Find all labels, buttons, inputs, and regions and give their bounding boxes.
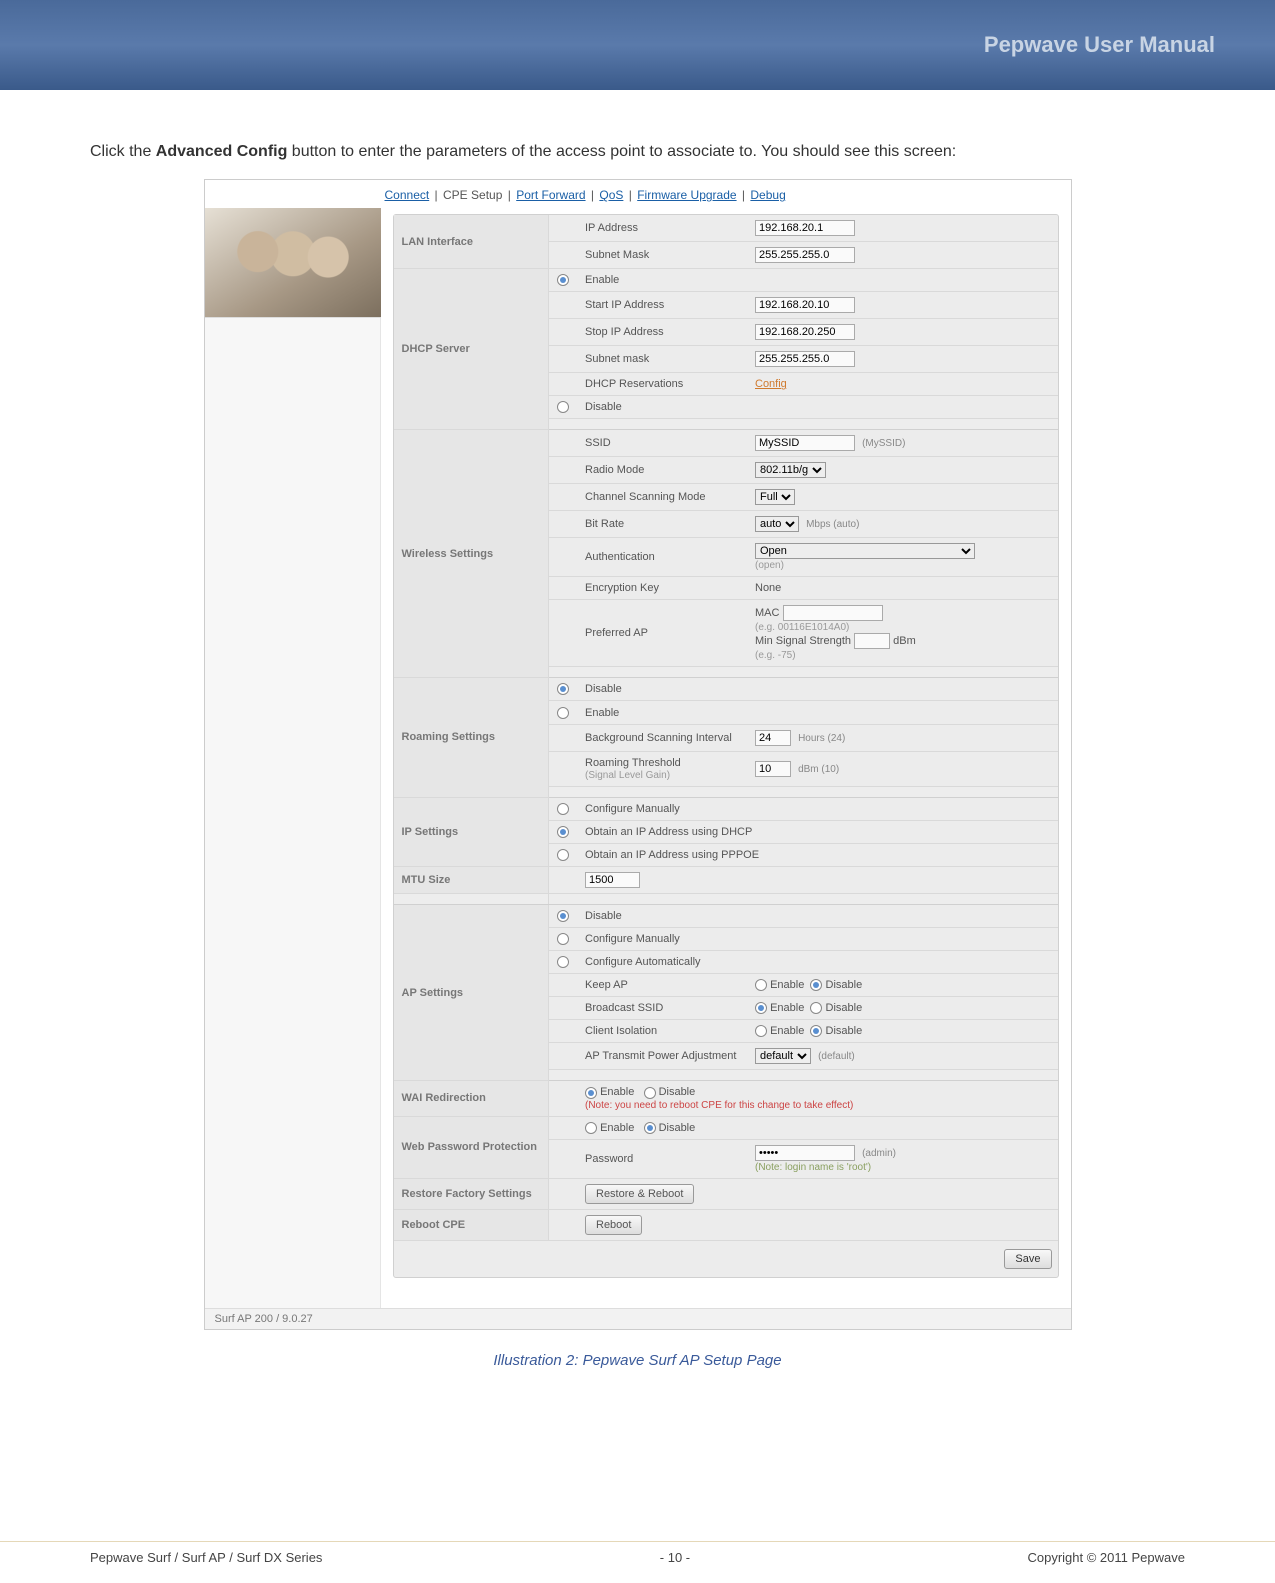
section-restore: Restore Factory Settings xyxy=(394,1178,549,1209)
roam-thr-input[interactable] xyxy=(755,761,791,777)
section-roam: Roaming Settings xyxy=(394,678,549,797)
wifi-radio-label: Radio Mode xyxy=(577,457,747,484)
wifi-enc-value: None xyxy=(747,577,1058,600)
roam-disable-radio[interactable] xyxy=(557,683,569,695)
intro-paragraph: Click the Advanced Config button to ente… xyxy=(90,140,1185,163)
wifi-auth-select[interactable]: Open xyxy=(755,543,975,559)
section-wai: WAI Redirection xyxy=(394,1081,549,1116)
roam-bg-input[interactable] xyxy=(755,730,791,746)
dhcp-mask-label: Subnet mask xyxy=(577,346,747,373)
lan-subnet-input[interactable] xyxy=(755,247,855,263)
wai-disable-radio[interactable] xyxy=(644,1087,656,1099)
wai-enable-radio[interactable] xyxy=(585,1087,597,1099)
ip-dhcp-radio[interactable] xyxy=(557,826,569,838)
bcast-disable-radio[interactable] xyxy=(810,1002,822,1014)
section-wifi: Wireless Settings xyxy=(394,430,549,678)
nav-firmware[interactable]: Firmware Upgrade xyxy=(637,188,736,202)
nav-cpe-setup[interactable]: CPE Setup xyxy=(443,188,502,202)
lan-subnet-label: Subnet Mask xyxy=(577,242,747,269)
section-reboot: Reboot CPE xyxy=(394,1209,549,1240)
ap-confauto-radio[interactable] xyxy=(557,956,569,968)
iso-disable-radio[interactable] xyxy=(810,1025,822,1037)
section-ip: IP Settings xyxy=(394,797,549,866)
sidebar-photo xyxy=(205,208,381,318)
section-dhcp: DHCP Server xyxy=(394,269,549,430)
nav-qos[interactable]: QoS xyxy=(599,188,623,202)
config-table: LAN Interface IP Address Subnet Mask xyxy=(394,215,1058,1240)
top-nav: Connect | CPE Setup | Port Forward | QoS… xyxy=(205,180,1071,208)
lan-ip-label: IP Address xyxy=(577,215,747,242)
lan-ip-input[interactable] xyxy=(755,220,855,236)
manual-title: Pepwave User Manual xyxy=(984,32,1215,58)
dhcp-res-label: DHCP Reservations xyxy=(577,373,747,396)
nav-port-forward[interactable]: Port Forward xyxy=(516,188,585,202)
footer-center: - 10 - xyxy=(660,1550,690,1565)
footer-left: Pepwave Surf / Surf AP / Surf DX Series xyxy=(90,1550,322,1565)
ap-disable-radio[interactable] xyxy=(557,910,569,922)
section-lan: LAN Interface xyxy=(394,215,549,269)
web-enable-radio[interactable] xyxy=(585,1122,597,1134)
content-area: Click the Advanced Config button to ente… xyxy=(0,90,1275,1369)
wifi-radio-select[interactable]: 802.11b/g xyxy=(755,462,826,478)
dhcp-res-link[interactable]: Config xyxy=(755,378,787,390)
wifi-auth-label: Authentication xyxy=(577,538,747,577)
wifi-ssid-label: SSID xyxy=(577,430,747,457)
keepap-disable-radio[interactable] xyxy=(810,979,822,991)
illustration-caption: Illustration 2: Pepwave Surf AP Setup Pa… xyxy=(90,1352,1185,1369)
wifi-enc-label: Encryption Key xyxy=(577,577,747,600)
web-pw-input[interactable] xyxy=(755,1145,855,1161)
page: Pepwave User Manual Click the Advanced C… xyxy=(0,0,1275,1583)
wifi-ssid-input[interactable] xyxy=(755,435,855,451)
dhcp-start-input[interactable] xyxy=(755,297,855,313)
dhcp-disable-radio[interactable] xyxy=(557,401,569,413)
dhcp-stop-input[interactable] xyxy=(755,324,855,340)
wifi-bitrate-label: Bit Rate xyxy=(577,511,747,538)
section-web: Web Password Protection xyxy=(394,1116,549,1178)
ap-tx-select[interactable]: default xyxy=(755,1048,811,1064)
dhcp-mask-input[interactable] xyxy=(755,351,855,367)
wifi-minsig-input[interactable] xyxy=(854,633,890,649)
wifi-mac-input[interactable] xyxy=(783,605,883,621)
ap-confman-radio[interactable] xyxy=(557,933,569,945)
dhcp-enable-radio[interactable] xyxy=(557,274,569,286)
roam-bg-label: Background Scanning Interval xyxy=(577,724,747,751)
mtu-input[interactable] xyxy=(585,872,640,888)
ip-pppoe-radio[interactable] xyxy=(557,849,569,861)
iso-enable-radio[interactable] xyxy=(755,1025,767,1037)
restore-button[interactable]: Restore & Reboot xyxy=(585,1184,694,1204)
wifi-bitrate-select[interactable]: auto xyxy=(755,516,799,532)
nav-connect[interactable]: Connect xyxy=(385,188,430,202)
reboot-button[interactable]: Reboot xyxy=(585,1215,642,1235)
dhcp-stop-label: Stop IP Address xyxy=(577,319,747,346)
bcast-enable-radio[interactable] xyxy=(755,1002,767,1014)
dhcp-disable-label: Disable xyxy=(577,396,1058,419)
page-footer: Pepwave Surf / Surf AP / Surf DX Series … xyxy=(0,1541,1275,1565)
main-column: LAN Interface IP Address Subnet Mask xyxy=(381,208,1071,1308)
footer-right: Copyright © 2011 Pepwave xyxy=(1027,1550,1185,1565)
wifi-scan-label: Channel Scanning Mode xyxy=(577,484,747,511)
header-banner: Pepwave User Manual xyxy=(0,0,1275,90)
web-disable-radio[interactable] xyxy=(644,1122,656,1134)
ip-manual-radio[interactable] xyxy=(557,803,569,815)
save-button[interactable]: Save xyxy=(1004,1249,1051,1269)
wifi-scan-select[interactable]: Full xyxy=(755,489,795,505)
section-mtu: MTU Size xyxy=(394,866,549,893)
keepap-enable-radio[interactable] xyxy=(755,979,767,991)
dhcp-enable-label: Enable xyxy=(577,269,1058,292)
wifi-pref-label: Preferred AP xyxy=(577,600,747,667)
dhcp-start-label: Start IP Address xyxy=(577,292,747,319)
left-column xyxy=(205,208,381,1308)
screenshot-container: Connect | CPE Setup | Port Forward | QoS… xyxy=(204,179,1072,1330)
nav-debug[interactable]: Debug xyxy=(750,188,785,202)
device-footer: Surf AP 200 / 9.0.27 xyxy=(205,1308,1071,1329)
roam-enable-radio[interactable] xyxy=(557,707,569,719)
section-ap: AP Settings xyxy=(394,904,549,1081)
